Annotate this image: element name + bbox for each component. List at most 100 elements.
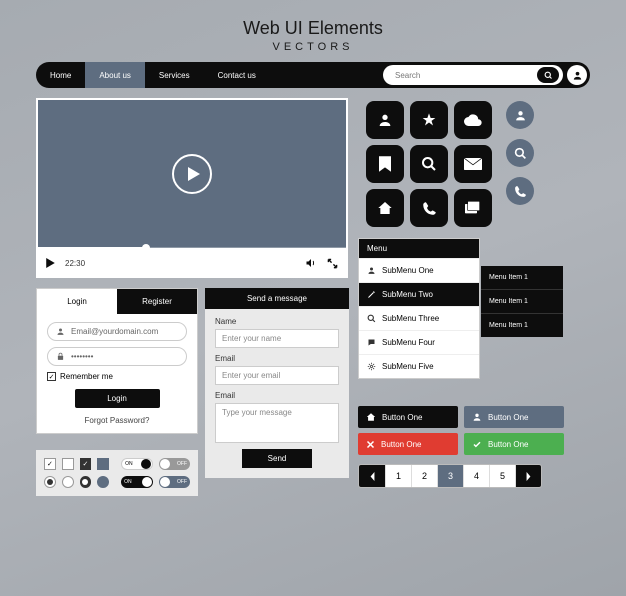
page-title: Web UI Elements (0, 18, 626, 39)
search-icon (514, 147, 527, 160)
radio-4[interactable] (97, 476, 109, 488)
pager-next[interactable] (515, 465, 541, 487)
toggle-off-2[interactable]: OFF (159, 476, 190, 488)
tile-mail[interactable] (454, 145, 492, 183)
chevron-left-icon (369, 472, 376, 481)
send-button[interactable]: Send (242, 449, 312, 468)
checkbox-1[interactable]: ✓ (44, 458, 56, 470)
tile-cards[interactable] (454, 189, 492, 227)
button-label: Button One (488, 440, 528, 449)
button-label: Button One (381, 440, 421, 449)
menu-panel: Menu SubMenu One SubMenu Two SubMenu Thr… (358, 238, 480, 379)
forgot-password-link[interactable]: Forgot Password? (47, 416, 187, 425)
password-field[interactable]: •••••••• (47, 347, 187, 366)
pager-prev[interactable] (359, 465, 385, 487)
search-icon (544, 71, 553, 80)
tile-phone[interactable] (410, 189, 448, 227)
home-icon (377, 200, 393, 216)
check-icon (472, 440, 482, 449)
menu-item-label: SubMenu Five (382, 362, 434, 371)
message-input[interactable]: Type your message (215, 403, 339, 443)
tile-cloud[interactable] (454, 101, 492, 139)
play-small-icon[interactable] (46, 258, 55, 268)
nav-item-services[interactable]: Services (145, 62, 204, 88)
cards-icon (465, 201, 481, 215)
phone-icon (514, 185, 527, 198)
email-input[interactable]: Enter your email (215, 366, 339, 385)
email-field[interactable]: Email@yourdomain.com (47, 322, 187, 341)
menu-item-3[interactable]: SubMenu Three (359, 306, 479, 330)
remember-checkbox[interactable]: ✓ (47, 372, 56, 381)
login-button[interactable]: Login (75, 389, 160, 408)
video-screen[interactable] (36, 98, 348, 248)
submenu-item-2[interactable]: Menu Item 1 (481, 289, 563, 313)
page-5[interactable]: 5 (489, 465, 515, 487)
toggle-label: ON (124, 479, 132, 485)
tile-search[interactable] (410, 145, 448, 183)
radio-1[interactable] (44, 476, 56, 488)
tab-login[interactable]: Login (37, 289, 117, 314)
contact-title: Send a message (205, 288, 349, 309)
nav-item-contact[interactable]: Contact us (204, 62, 270, 88)
checkbox-4[interactable] (97, 458, 109, 470)
lock-icon (56, 352, 65, 361)
password-value: •••••••• (71, 352, 93, 361)
name-input[interactable]: Enter your name (215, 329, 339, 348)
submenu-item-1[interactable]: Menu Item 1 (481, 266, 563, 289)
play-button[interactable] (172, 154, 212, 194)
fullscreen-icon[interactable] (327, 258, 338, 269)
tile-star[interactable] (410, 101, 448, 139)
video-progress[interactable] (38, 247, 346, 249)
nav-item-about[interactable]: About us (85, 62, 145, 88)
circle-search[interactable] (506, 139, 534, 167)
menu-item-4[interactable]: SubMenu Four (359, 330, 479, 354)
person-icon (514, 109, 527, 122)
chevron-right-icon (525, 472, 532, 481)
page-4[interactable]: 4 (463, 465, 489, 487)
navbar: Home About us Services Contact us Search (36, 62, 590, 88)
button-red[interactable]: Button One (358, 433, 458, 455)
search-button[interactable] (537, 67, 559, 83)
name-label: Name (215, 317, 339, 326)
search-input[interactable]: Search (383, 65, 563, 85)
tile-person[interactable] (366, 101, 404, 139)
video-player: 22:30 (36, 98, 348, 278)
tile-home[interactable] (366, 189, 404, 227)
submenu-item-3[interactable]: Menu Item 1 (481, 313, 563, 337)
page-1[interactable]: 1 (385, 465, 411, 487)
circle-phone[interactable] (506, 177, 534, 205)
radio-3[interactable] (80, 476, 92, 488)
checkbox-2[interactable] (62, 458, 74, 470)
toggle-on-2[interactable]: ON (121, 476, 152, 488)
volume-icon[interactable] (305, 257, 317, 269)
nav-item-home[interactable]: Home (36, 62, 85, 88)
mail-icon (464, 158, 482, 170)
cloud-icon (464, 114, 482, 126)
circle-person[interactable] (506, 101, 534, 129)
checkbox-3[interactable]: ✓ (80, 458, 92, 470)
menu-item-2[interactable]: SubMenu Two (359, 282, 479, 306)
page-3[interactable]: 3 (437, 465, 463, 487)
menu-item-label: SubMenu Three (382, 314, 439, 323)
person-icon (377, 112, 393, 128)
play-icon (188, 167, 200, 181)
radio-2[interactable] (62, 476, 74, 488)
menu-item-label: SubMenu Four (382, 338, 435, 347)
button-slate[interactable]: Button One (464, 406, 564, 428)
menu-item-5[interactable]: SubMenu Five (359, 354, 479, 378)
button-green[interactable]: Button One (464, 433, 564, 455)
tile-bookmark[interactable] (366, 145, 404, 183)
page-2[interactable]: 2 (411, 465, 437, 487)
person-icon (56, 327, 65, 336)
remember-me[interactable]: ✓ Remember me (47, 372, 187, 381)
contact-form: Send a message Name Enter your name Emai… (205, 288, 349, 478)
tab-register[interactable]: Register (117, 289, 197, 314)
button-black[interactable]: Button One (358, 406, 458, 428)
star-icon (421, 112, 437, 128)
toggle-off-1[interactable]: OFF (159, 458, 190, 470)
menu-item-1[interactable]: SubMenu One (359, 258, 479, 282)
chat-icon (367, 338, 376, 347)
toggle-on-1[interactable]: ON (121, 458, 152, 470)
menu-item-label: SubMenu Two (382, 290, 433, 299)
profile-button[interactable] (567, 65, 587, 85)
